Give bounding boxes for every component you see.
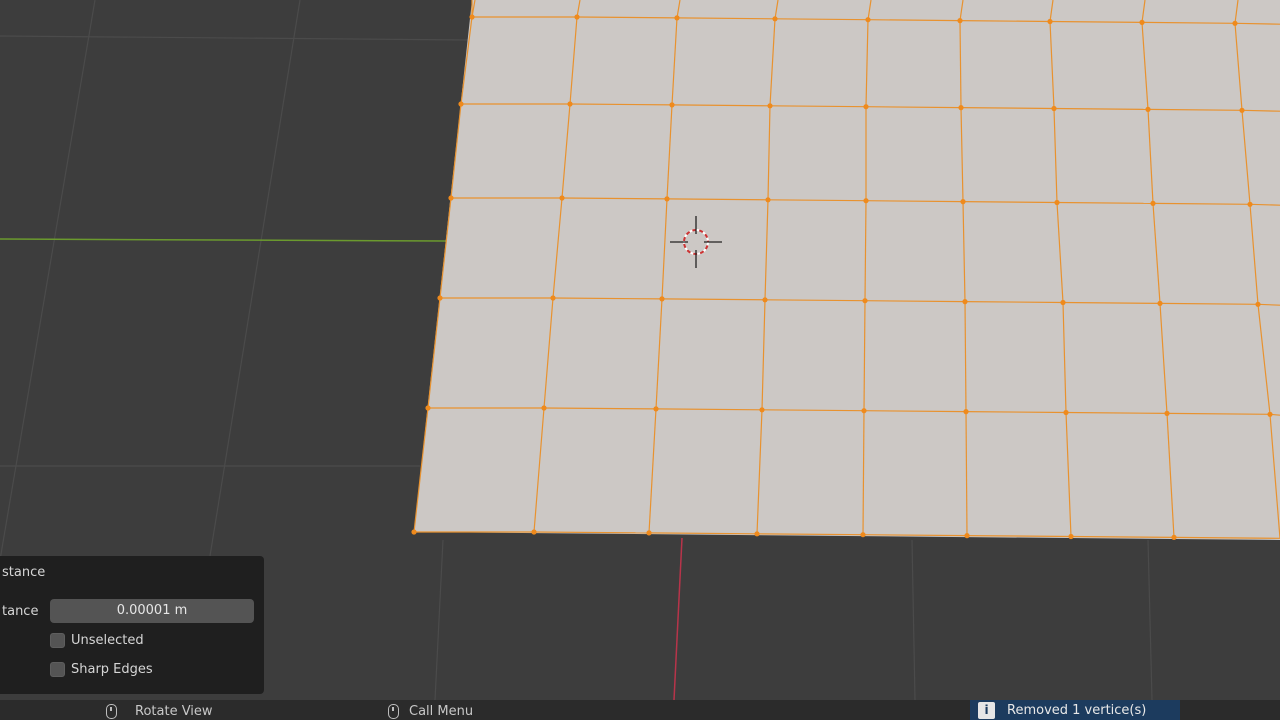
- mesh-vertex[interactable]: [1150, 200, 1156, 206]
- call-menu-label: Call Menu: [409, 704, 474, 719]
- mesh-vertex[interactable]: [448, 195, 454, 201]
- call-menu-hint: Call Menu: [388, 704, 473, 719]
- mesh-vertex[interactable]: [550, 295, 556, 301]
- mesh-vertex[interactable]: [958, 105, 964, 111]
- sharp-edges-checkbox[interactable]: Sharp Edges: [50, 662, 153, 677]
- mesh-vertex[interactable]: [860, 532, 866, 538]
- mesh-vertex[interactable]: [1139, 19, 1145, 25]
- mesh-vertex[interactable]: [957, 18, 963, 24]
- sharp-edges-label: Sharp Edges: [71, 662, 153, 677]
- mesh-vertex[interactable]: [1164, 410, 1170, 416]
- mesh-vertex[interactable]: [411, 529, 417, 535]
- mesh-vertex[interactable]: [1255, 301, 1261, 307]
- y-axis-line: [673, 537, 683, 700]
- mesh-vertex[interactable]: [1145, 106, 1151, 112]
- mesh-vertex[interactable]: [1063, 409, 1069, 416]
- mesh-vertex[interactable]: [1157, 300, 1163, 306]
- report-text: Removed 1 vertice(s): [1007, 702, 1147, 718]
- mesh-plane[interactable]: [411, 0, 1280, 541]
- mesh-vertex[interactable]: [863, 104, 869, 110]
- mesh-vertex[interactable]: [425, 405, 431, 411]
- status-bar: Rotate View Call Menu i Removed 1 vertic…: [0, 700, 1280, 720]
- checkbox-box[interactable]: [50, 633, 65, 648]
- mesh-vertex[interactable]: [669, 102, 675, 108]
- mesh-vertex[interactable]: [469, 14, 475, 20]
- mesh-vertex[interactable]: [962, 299, 968, 305]
- mesh-vertex[interactable]: [437, 295, 443, 301]
- mesh-vertex[interactable]: [659, 296, 665, 302]
- mesh-vertex[interactable]: [1047, 18, 1053, 25]
- mesh-vertex[interactable]: [1239, 107, 1245, 113]
- mesh-vertex[interactable]: [559, 195, 565, 201]
- mesh-vertex[interactable]: [862, 298, 868, 304]
- merge-distance-field[interactable]: 0.00001 m: [50, 599, 254, 623]
- unselected-checkbox[interactable]: Unselected: [50, 633, 144, 648]
- mesh-face[interactable]: [414, 0, 1280, 540]
- mesh-vertex[interactable]: [754, 531, 760, 537]
- rotate-view-label: Rotate View: [135, 704, 213, 719]
- x-axis-line: [0, 238, 447, 242]
- mesh-vertex[interactable]: [765, 197, 771, 203]
- mesh-vertex[interactable]: [1051, 105, 1057, 112]
- mesh-vertex[interactable]: [664, 196, 670, 202]
- mesh-vertex[interactable]: [1060, 299, 1066, 306]
- mesh-vertex[interactable]: [1267, 411, 1273, 417]
- info-icon: i: [978, 701, 995, 719]
- mesh-vertex[interactable]: [574, 14, 580, 20]
- distance-label: tance: [2, 604, 39, 619]
- mesh-vertex[interactable]: [541, 405, 547, 411]
- mesh-vertex[interactable]: [767, 103, 773, 109]
- mesh-vertex[interactable]: [772, 16, 778, 22]
- mesh-vertex[interactable]: [863, 198, 869, 204]
- mesh-vertex[interactable]: [861, 408, 867, 414]
- checkbox-box[interactable]: [50, 662, 65, 677]
- mouse-middle-icon: [106, 704, 117, 719]
- mesh-vertex[interactable]: [759, 407, 765, 413]
- mesh-vertex[interactable]: [531, 529, 537, 535]
- mouse-right-icon: [388, 704, 399, 719]
- mesh-vertex[interactable]: [963, 409, 969, 415]
- mesh-vertex[interactable]: [964, 533, 970, 539]
- unselected-label: Unselected: [71, 633, 144, 648]
- operator-redo-panel: stance tance 0.00001 m Unselected Sharp …: [0, 556, 264, 694]
- rotate-view-hint: Rotate View: [106, 704, 213, 719]
- report-message[interactable]: i Removed 1 vertice(s): [970, 700, 1180, 720]
- mesh-vertex[interactable]: [1054, 199, 1060, 206]
- mesh-vertex[interactable]: [646, 530, 652, 536]
- mesh-vertex[interactable]: [1247, 201, 1253, 207]
- mesh-vertex[interactable]: [458, 101, 464, 107]
- mesh-vertex[interactable]: [1068, 533, 1074, 540]
- mesh-vertex[interactable]: [567, 101, 573, 107]
- mesh-vertex[interactable]: [762, 297, 768, 303]
- mesh-vertex[interactable]: [960, 199, 966, 205]
- mesh-vertex[interactable]: [674, 15, 680, 21]
- panel-header[interactable]: stance: [2, 565, 45, 580]
- mesh-vertex[interactable]: [653, 406, 659, 412]
- mesh-vertex[interactable]: [1232, 20, 1238, 26]
- mesh-vertex[interactable]: [1171, 534, 1177, 541]
- mesh-vertex[interactable]: [865, 17, 871, 23]
